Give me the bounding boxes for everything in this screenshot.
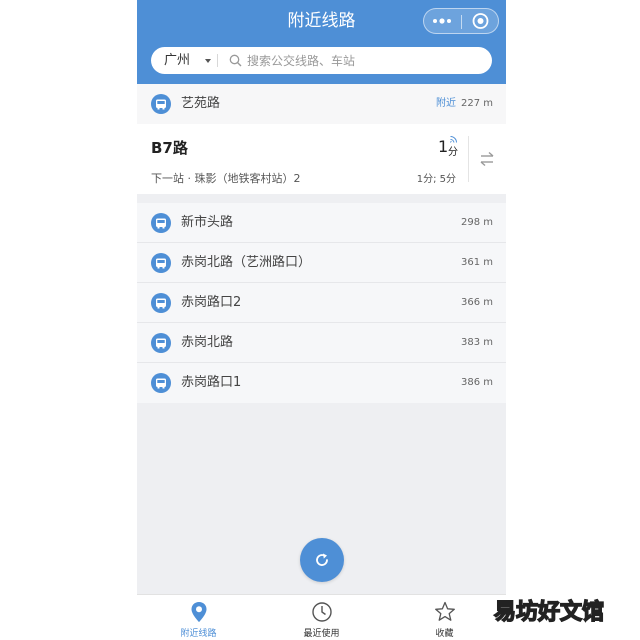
tab-label: 附近线路 [180, 629, 217, 639]
station-name: 赤岗路口2 [181, 295, 242, 310]
eta-value: 1 [438, 137, 449, 156]
search-bar: 广州 [151, 47, 492, 74]
bus-stop-icon [151, 373, 171, 393]
tab-nearby-routes[interactable]: 附近线路 [137, 595, 260, 640]
nearest-station-row[interactable]: 艺苑路 附近 227 m [137, 84, 506, 124]
bus-stop-icon [151, 94, 171, 114]
clock-icon [312, 602, 332, 622]
station-name: 艺苑路 [181, 96, 221, 111]
mini-program-screen: 附近线路 广州 搜索公交线路、车站 艺苑路 附近 227 m B7路 1 分 下… [137, 0, 506, 640]
tab-label: 最近使用 [303, 629, 340, 639]
station-name: 赤岗路口1 [181, 375, 242, 390]
refresh-icon [316, 553, 328, 566]
card-divider [468, 136, 469, 182]
refresh-button[interactable] [300, 538, 344, 582]
route-card[interactable]: B7路 1 分 下一站 · 珠影（地铁客村站）2 1分; 5分 [137, 124, 506, 194]
route-name: B7路 [151, 139, 188, 157]
tab-favorites[interactable]: 收藏 [383, 595, 506, 640]
tab-recent[interactable]: 最近使用 [260, 595, 383, 640]
station-distance: 383 m [460, 337, 493, 348]
bus-stop-icon [151, 213, 171, 233]
station-name: 赤岗北路（艺洲路口） [181, 255, 312, 270]
capsule-menu [423, 8, 499, 34]
list-item[interactable]: 赤岗路口1 386 m [137, 363, 506, 403]
eta-list: 1分; 5分 [416, 174, 456, 185]
location-pin-icon [191, 602, 207, 622]
star-icon [435, 601, 455, 621]
swap-direction-icon[interactable] [477, 149, 497, 169]
city-selector[interactable]: 广州 [164, 47, 190, 74]
station-list: 新市头路 298 m 赤岗北路（艺洲路口） 361 m 赤岗路口2 366 m … [137, 203, 506, 403]
nearby-badge: 附近 [436, 98, 456, 109]
bus-stop-icon [151, 293, 171, 313]
more-dots-icon[interactable] [424, 9, 461, 33]
station-distance: 298 m [460, 217, 493, 228]
realtime-signal-icon [450, 136, 457, 143]
station-distance: 386 m [460, 377, 493, 388]
station-distance: 366 m [460, 297, 493, 308]
watermark: 易坊好文馆 [493, 599, 605, 625]
station-name: 新市头路 [181, 215, 234, 230]
search-divider [217, 54, 218, 67]
header-bar: 附近线路 广州 [137, 0, 506, 84]
bus-stop-icon [151, 253, 171, 273]
list-item[interactable]: 赤岗路口2 366 m [137, 283, 506, 323]
station-distance: 227 m [460, 98, 493, 109]
station-name: 赤岗北路 [181, 335, 234, 350]
search-input[interactable] [247, 47, 477, 74]
list-item[interactable]: 赤岗北路 383 m [137, 323, 506, 363]
tab-bar: 附近线路 最近使用 收藏 [137, 594, 506, 640]
bus-stop-icon [151, 333, 171, 353]
search-icon [229, 54, 242, 67]
caret-down-icon[interactable] [205, 59, 211, 63]
target-close-icon[interactable] [462, 9, 499, 33]
list-item[interactable]: 赤岗北路（艺洲路口） 361 m [137, 243, 506, 283]
list-item[interactable]: 新市头路 298 m [137, 203, 506, 243]
tab-label: 收藏 [435, 629, 454, 639]
station-distance: 361 m [460, 257, 493, 268]
next-stop-info: 下一站 · 珠影（地铁客村站）2 [151, 172, 301, 185]
eta-unit: 分 [448, 147, 458, 158]
